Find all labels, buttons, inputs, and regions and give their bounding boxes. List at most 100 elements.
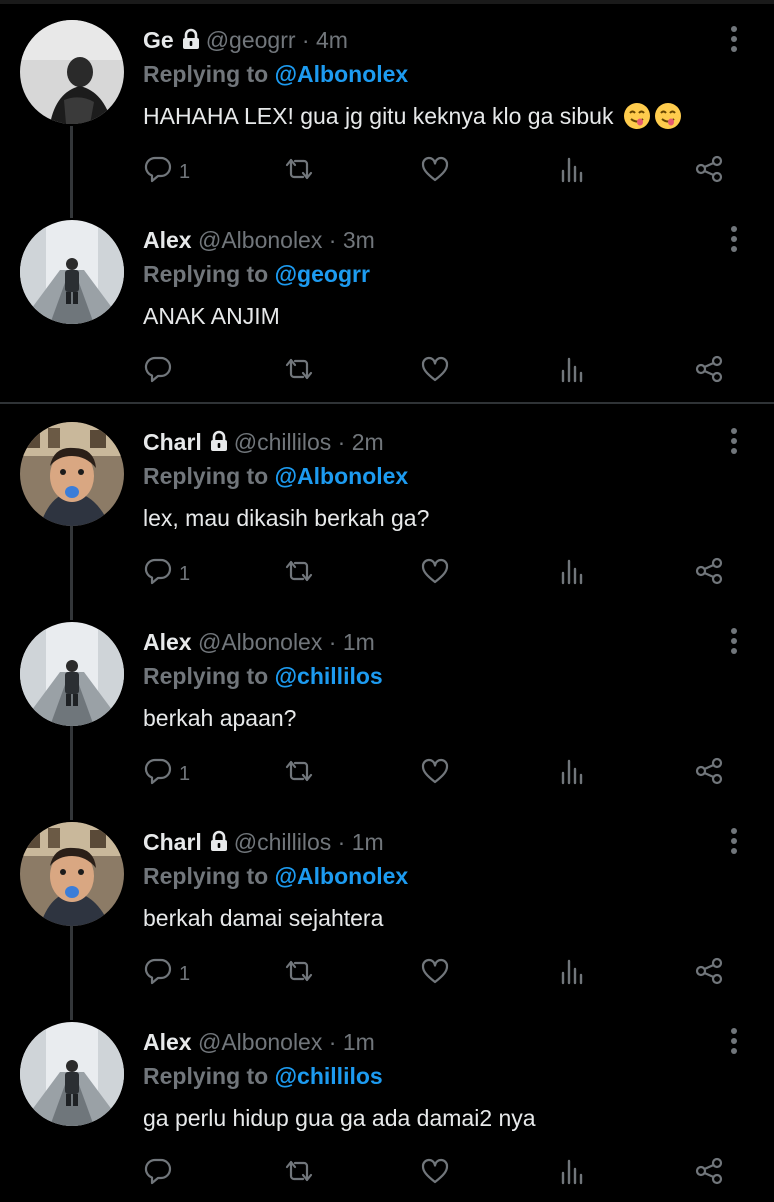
share-button[interactable]	[694, 754, 724, 794]
like-button[interactable]	[420, 152, 450, 192]
share-button[interactable]	[694, 1154, 724, 1194]
tweet[interactable]: Alex @Albonolex · 1m Replying to @chilli…	[0, 602, 774, 802]
more-vertical-icon[interactable]	[720, 224, 748, 254]
reply-icon	[143, 956, 173, 992]
retweet-button[interactable]	[283, 954, 315, 994]
like-icon	[420, 556, 450, 592]
share-icon	[694, 756, 724, 792]
like-button[interactable]	[420, 1154, 450, 1194]
mention-link[interactable]: @geogrr	[275, 261, 370, 287]
timestamp[interactable]: 2m	[352, 429, 384, 455]
reply-button[interactable]	[143, 1154, 179, 1194]
like-button[interactable]	[420, 754, 450, 794]
tweet-text: ANAK ANJIM	[143, 303, 280, 329]
timestamp[interactable]: 1m	[352, 829, 384, 855]
user-handle[interactable]: @Albonolex	[198, 1029, 322, 1055]
user-handle[interactable]: @chillilos	[234, 829, 331, 855]
like-icon	[420, 756, 450, 792]
avatar[interactable]	[20, 20, 124, 124]
more-vertical-icon[interactable]	[720, 826, 748, 856]
timestamp[interactable]: 3m	[343, 227, 375, 253]
more-vertical-icon[interactable]	[720, 426, 748, 456]
mention-link[interactable]: @chillilos	[275, 1063, 383, 1089]
tweet[interactable]: Charl @chillilos · 1m Replying to @Albono…	[0, 802, 774, 1002]
retweet-button[interactable]	[283, 1154, 315, 1194]
share-icon	[694, 556, 724, 592]
share-button[interactable]	[694, 152, 724, 192]
mention-link[interactable]: @Albonolex	[275, 863, 409, 889]
display-name[interactable]: Charl	[143, 829, 202, 855]
display-name[interactable]: Alex	[143, 1029, 192, 1055]
separator-dot: ·	[337, 429, 346, 455]
avatar[interactable]	[20, 822, 124, 926]
replying-to: Replying to @chillilos	[143, 1062, 383, 1090]
mention-link[interactable]: @Albonolex	[275, 61, 409, 87]
more-vertical-icon[interactable]	[720, 626, 748, 656]
replying-to-label: Replying to	[143, 863, 269, 889]
share-button[interactable]	[694, 352, 724, 392]
display-name[interactable]: Alex	[143, 227, 192, 253]
analytics-button[interactable]	[558, 352, 586, 392]
retweet-button[interactable]	[283, 554, 315, 594]
share-button[interactable]	[694, 554, 724, 594]
analytics-button[interactable]	[558, 754, 586, 794]
separator-dot: ·	[301, 27, 310, 53]
like-button[interactable]	[420, 352, 450, 392]
reply-button[interactable]: 1	[143, 152, 190, 192]
user-handle[interactable]: @chillilos	[234, 429, 331, 455]
mention-link[interactable]: @chillilos	[275, 663, 383, 689]
user-handle[interactable]: @Albonolex	[198, 227, 322, 253]
reply-button[interactable]	[143, 352, 179, 392]
yum-emoji	[623, 102, 651, 136]
reply-button[interactable]: 1	[143, 954, 190, 994]
replying-to: Replying to @Albonolex	[143, 862, 408, 890]
analytics-button[interactable]	[558, 954, 586, 994]
retweet-icon	[283, 756, 315, 792]
like-button[interactable]	[420, 554, 450, 594]
display-name[interactable]: Alex	[143, 629, 192, 655]
timestamp[interactable]: 1m	[343, 629, 375, 655]
reply-count: 1	[179, 962, 191, 985]
display-name[interactable]: Charl	[143, 429, 202, 455]
timestamp[interactable]: 4m	[316, 27, 348, 53]
user-handle[interactable]: @geogrr	[206, 27, 296, 53]
replying-to-label: Replying to	[143, 663, 269, 689]
like-icon	[420, 956, 450, 992]
tweet[interactable]: Ge @geogrr · 4m Replying to @Albonolex HA…	[0, 0, 774, 200]
retweet-button[interactable]	[283, 352, 315, 392]
tweet[interactable]: Alex @Albonolex · 3m Replying to @geogrr…	[0, 200, 774, 400]
reply-button[interactable]: 1	[143, 754, 190, 794]
analytics-button[interactable]	[558, 152, 586, 192]
replying-to: Replying to @Albonolex	[143, 60, 408, 88]
separator-dot: ·	[328, 629, 337, 655]
reply-button[interactable]: 1	[143, 554, 190, 594]
retweet-button[interactable]	[283, 152, 315, 192]
display-name[interactable]: Ge	[143, 27, 174, 53]
reply-icon	[143, 556, 173, 592]
tweet[interactable]: Alex @Albonolex · 1m Replying to @chilli…	[0, 1002, 774, 1202]
more-vertical-icon[interactable]	[720, 1026, 748, 1056]
tweet-text: berkah apaan?	[143, 705, 297, 731]
analytics-button[interactable]	[558, 554, 586, 594]
avatar[interactable]	[20, 422, 124, 526]
lock-icon	[208, 430, 230, 458]
mention-link[interactable]: @Albonolex	[275, 463, 409, 489]
user-handle[interactable]: @Albonolex	[198, 629, 322, 655]
analytics-button[interactable]	[558, 1154, 586, 1194]
like-button[interactable]	[420, 954, 450, 994]
tweet[interactable]: Charl @chillilos · 2m Replying to @Albono…	[0, 402, 774, 602]
avatar[interactable]	[20, 622, 124, 726]
tweet-text: lex, mau dikasih berkah ga?	[143, 505, 430, 531]
separator-dot: ·	[328, 1029, 337, 1055]
timestamp[interactable]: 1m	[343, 1029, 375, 1055]
tweet-actions: 1	[143, 554, 743, 594]
retweet-button[interactable]	[283, 754, 315, 794]
replying-to: Replying to @geogrr	[143, 260, 370, 288]
lock-icon	[208, 830, 230, 858]
share-icon	[694, 1156, 724, 1192]
analytics-icon	[558, 354, 586, 390]
avatar[interactable]	[20, 1022, 124, 1126]
share-button[interactable]	[694, 954, 724, 994]
more-vertical-icon[interactable]	[720, 24, 748, 54]
avatar[interactable]	[20, 220, 124, 324]
